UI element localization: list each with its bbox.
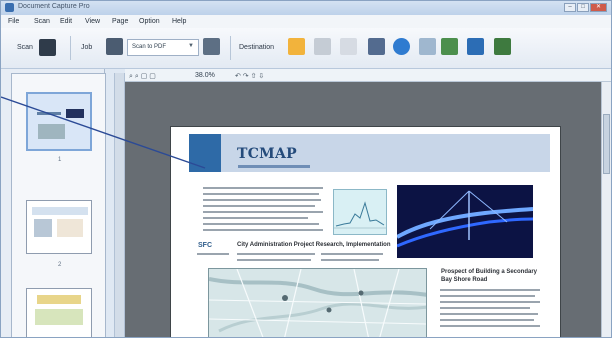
doc-chart-image	[333, 189, 387, 235]
rotate-tools-icons[interactable]: ↶ ↷ ⇧ ⇩	[235, 72, 264, 80]
title-bar: Document Capture Pro – □ ✕	[1, 1, 611, 15]
doc-logo-block	[189, 134, 221, 172]
thumbnail-banner	[37, 295, 81, 304]
main-toolbar: Scan Job Scan to PDF ▼ Destination	[1, 28, 611, 69]
copy-icon[interactable]	[340, 38, 357, 55]
doc-section-mid-heading: City Administration Project Research, Im…	[237, 242, 391, 248]
text-line	[440, 319, 534, 321]
text-line	[440, 295, 535, 297]
thumbnail-image	[66, 109, 84, 118]
scrollbar-thumb[interactable]	[603, 114, 610, 174]
doc-photo-image	[397, 185, 533, 258]
pane-splitter[interactable]	[114, 73, 125, 337]
menu-file[interactable]: File	[8, 18, 19, 25]
minimize-button[interactable]: –	[564, 3, 576, 12]
doc-map-svg	[209, 269, 426, 337]
settings-icon[interactable]	[203, 38, 220, 55]
app-window: Document Capture Pro – □ ✕ File Scan Edi…	[0, 0, 612, 338]
toolbar-separator	[230, 36, 231, 60]
doc-section-right-heading: Prospect of Building a Secondary Bay Sho…	[441, 269, 538, 283]
scan-icon[interactable]	[39, 39, 56, 56]
thumbnail-page-1[interactable]	[26, 92, 92, 151]
app-logo-icon	[5, 3, 14, 12]
window-title: Document Capture Pro	[18, 3, 90, 10]
thumbnail-content	[35, 309, 83, 325]
text-line	[440, 301, 540, 303]
thumbnail-page-2[interactable]	[26, 200, 92, 254]
toolbar-separator	[70, 36, 71, 60]
window-controls: – □ ✕	[564, 3, 607, 12]
text-line	[203, 193, 319, 195]
zoom-level[interactable]: 38.0%	[195, 72, 215, 79]
menu-view[interactable]: View	[85, 18, 100, 25]
thumbnail-header	[32, 207, 88, 215]
vertical-scrollbar[interactable]	[601, 82, 611, 337]
chevron-down-icon: ▼	[188, 43, 194, 49]
page-number-2: 2	[58, 262, 62, 268]
destination-label: Destination	[239, 44, 275, 51]
text-line	[203, 211, 323, 213]
thumbnail-photo	[34, 219, 52, 237]
text-line	[440, 307, 530, 309]
text-line	[321, 259, 379, 261]
text-line	[237, 253, 315, 255]
thumbnail-page-3[interactable]	[26, 288, 92, 337]
globe-icon[interactable]	[393, 38, 410, 55]
scan-label: Scan	[17, 44, 33, 51]
job-icon[interactable]	[106, 38, 123, 55]
text-line	[440, 289, 540, 291]
zoom-tools-icons[interactable]: ⌕ ⌕ ▢ ▢	[129, 72, 156, 81]
close-button[interactable]: ✕	[590, 3, 607, 12]
text-line	[203, 217, 308, 219]
printer-icon[interactable]	[368, 38, 385, 55]
menu-scan[interactable]: Scan	[34, 18, 50, 25]
text-line	[203, 223, 319, 225]
print-preview-icon[interactable]	[314, 38, 331, 55]
thumbnail-text	[37, 112, 61, 115]
maximize-button[interactable]: □	[577, 3, 589, 12]
share-icon[interactable]	[494, 38, 511, 55]
text-line	[203, 187, 323, 189]
doc-chart-svg	[334, 190, 386, 234]
doc-title: TCMAP	[237, 146, 297, 162]
doc-map-image	[208, 268, 427, 337]
page-number-1: 1	[58, 157, 62, 163]
job-select-value: Scan to PDF	[132, 44, 167, 50]
menu-bar: File Scan Edit View Page Option Help	[1, 15, 611, 28]
folder-icon[interactable]	[288, 38, 305, 55]
text-line	[203, 229, 323, 231]
doc-subtitle-line	[238, 165, 310, 168]
job-select[interactable]: Scan to PDF ▼	[127, 39, 199, 56]
thumbnail-panel: 1 2	[11, 73, 106, 337]
menu-help[interactable]: Help	[172, 18, 186, 25]
menu-edit[interactable]: Edit	[60, 18, 72, 25]
doc-section-left-heading: SFC	[198, 242, 212, 249]
text-line	[203, 205, 315, 207]
photo-icon[interactable]	[441, 38, 458, 55]
text-line	[203, 199, 321, 201]
scanned-page: TCMAP SFC City Administration Project Re…	[171, 127, 560, 337]
thumbnail-map	[38, 124, 65, 139]
text-line	[440, 325, 540, 327]
text-line	[321, 253, 383, 255]
job-label: Job	[81, 44, 93, 51]
chart-icon[interactable]	[419, 38, 436, 55]
text-line	[237, 259, 311, 261]
cloud-icon[interactable]	[467, 38, 484, 55]
text-line	[440, 313, 538, 315]
menu-page[interactable]: Page	[112, 18, 128, 25]
viewer-toolbar: ⌕ ⌕ ▢ ▢ 38.0% ↶ ↷ ⇧ ⇩	[125, 69, 611, 82]
menu-option[interactable]: Option	[139, 18, 160, 25]
thumbnail-panel-block	[57, 219, 83, 237]
doc-photo-svg	[397, 185, 533, 258]
text-line	[197, 253, 229, 255]
